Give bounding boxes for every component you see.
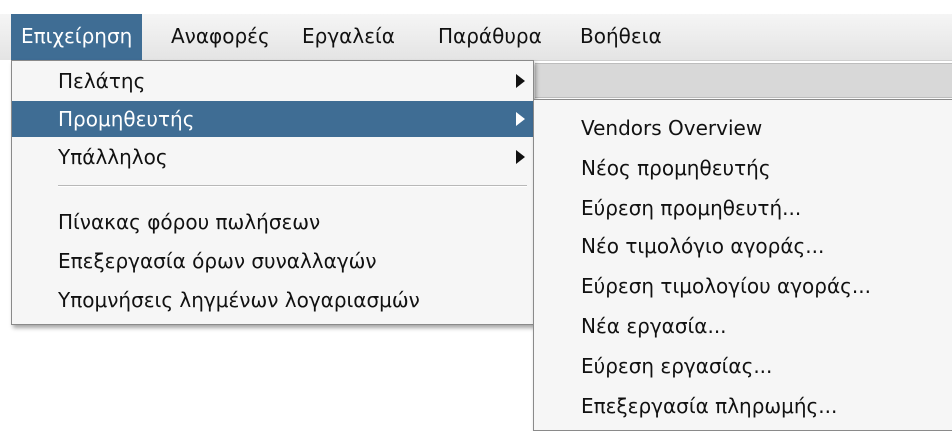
menu-help[interactable]: Βοήθεια [570,14,672,60]
submenu-item-label: Νέο τιμολόγιο αγοράς... [581,234,825,258]
menu-tools[interactable]: Εργαλεία [292,14,405,60]
submenu-item-find-job[interactable]: Εύρεση εργασίας... [534,348,952,384]
submenu-item-find-vendor[interactable]: Εύρεση προμηθευτή... [534,190,952,226]
menu-item-vendor[interactable]: Προμηθευτής [12,101,533,137]
menu-item-label: Υπομνήσεις ληγμένων λογαριασμών [58,288,420,312]
menu-item-label: Πελάτης [58,69,146,93]
submenu-item-label: Νέα εργασία... [581,314,727,338]
menu-separator [58,185,527,187]
menu-item-label: Προμηθευτής [58,107,195,131]
submenu-item-process-payment[interactable]: Επεξεργασία πληρωμής... [534,388,952,424]
submenu-item-vendors-overview[interactable]: Vendors Overview [534,110,952,146]
menu-item-overdue-reminders[interactable]: Υπομνήσεις ληγμένων λογαριασμών [12,282,533,318]
submenu-item-find-purchase-invoice[interactable]: Εύρεση τιμολογίου αγοράς... [534,268,952,304]
submenu-item-new-job[interactable]: Νέα εργασία... [534,308,952,344]
submenu-item-new-vendor[interactable]: Νέος προμηθευτής [534,150,952,186]
menu-reports[interactable]: Αναφορές [161,14,280,60]
submenu-item-new-purchase-invoice[interactable]: Νέο τιμολόγιο αγοράς... [534,228,952,264]
submenu-arrow-icon [516,150,525,164]
menu-bar: Επιχείρηση Αναφορές Εργαλεία Παράθυρα Βο… [0,14,952,61]
submenu-item-label: Εύρεση εργασίας... [581,354,773,378]
menu-business[interactable]: Επιχείρηση [11,14,143,60]
submenu-item-label: Εύρεση προμηθευτή... [581,196,802,220]
background-area [0,60,11,322]
submenu-arrow-icon [516,112,525,126]
menu-item-edit-terms[interactable]: Επεξεργασία όρων συναλλαγών [12,243,533,279]
submenu-item-label: Vendors Overview [581,116,763,140]
submenu-arrow-icon [516,74,525,88]
menu-item-sales-tax-table[interactable]: Πίνακας φόρου πωλήσεων [12,204,533,240]
submenu-item-label: Νέος προμηθευτής [581,156,771,180]
menu-item-label: Υπάλληλος [58,145,168,169]
submenu-item-label: Εύρεση τιμολογίου αγοράς... [581,274,871,298]
background-toolbar-strip [535,63,952,98]
menu-item-label: Πίνακας φόρου πωλήσεων [58,210,321,234]
business-dropdown-menu: Πελάτης Προμηθευτής Υπάλληλος Πίνακας φό… [11,60,534,325]
menu-item-customer[interactable]: Πελάτης [12,63,533,99]
menu-item-label: Επεξεργασία όρων συναλλαγών [58,249,377,273]
menu-item-employee[interactable]: Υπάλληλος [12,139,533,175]
submenu-item-label: Επεξεργασία πληρωμής... [581,394,838,418]
vendor-submenu: Vendors Overview Νέος προμηθευτής Εύρεση… [533,99,952,431]
menu-windows[interactable]: Παράθυρα [428,14,552,60]
